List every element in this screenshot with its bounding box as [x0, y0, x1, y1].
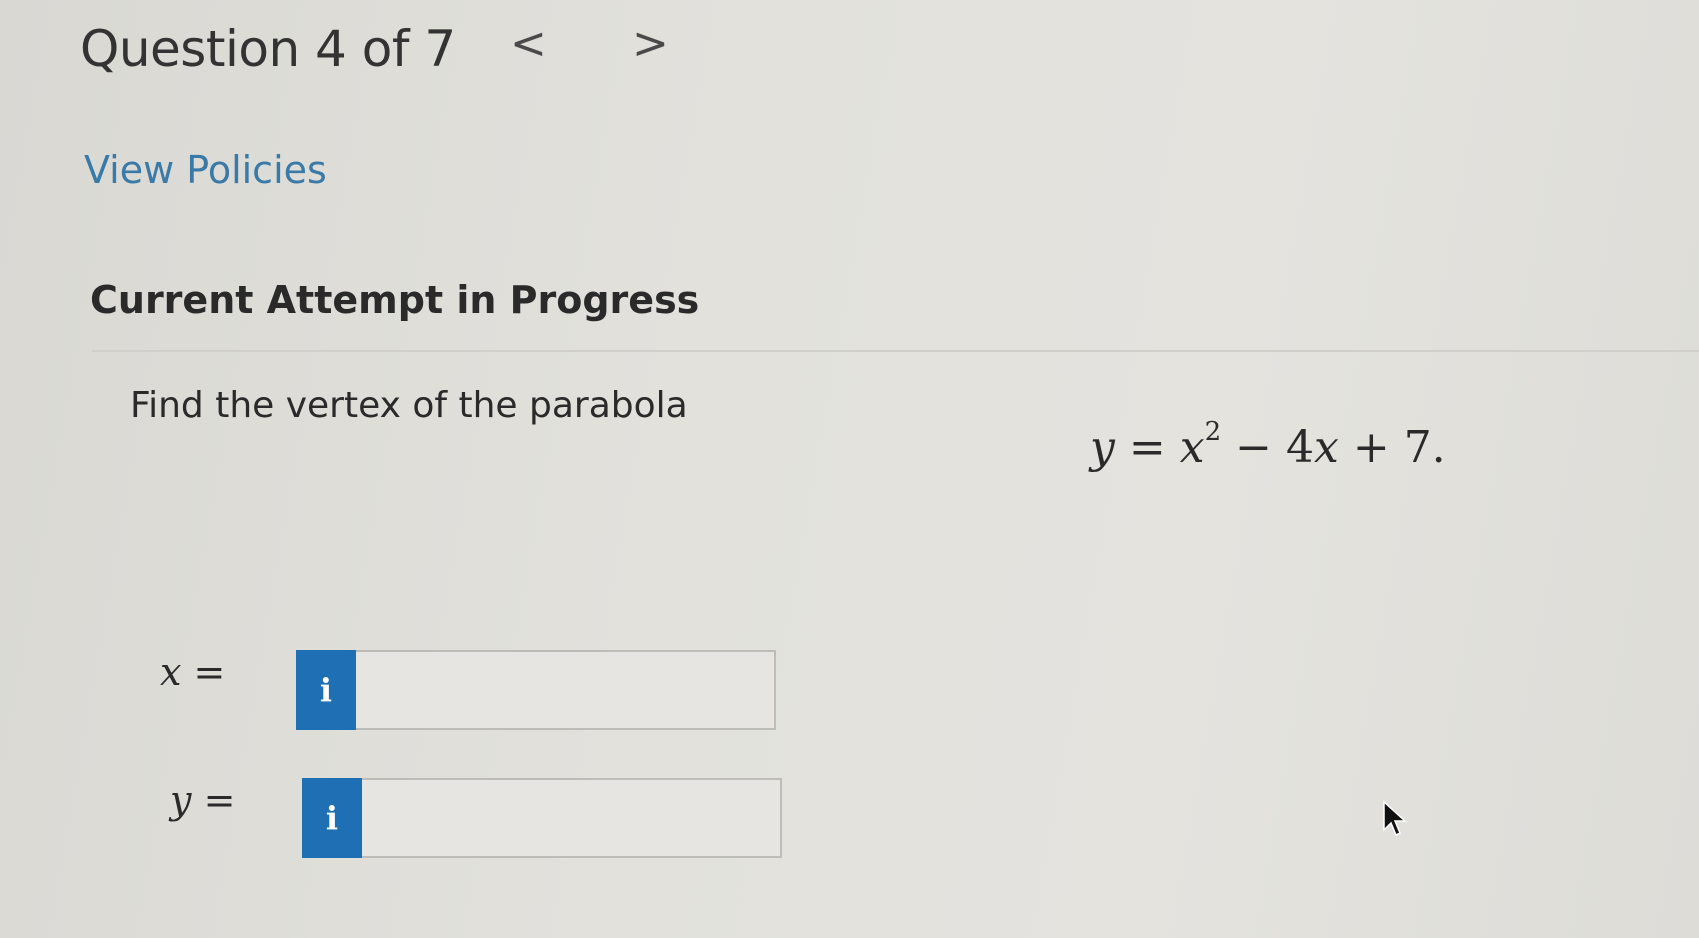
equation-term2-var: x — [1313, 422, 1339, 473]
answer-input-x[interactable] — [356, 650, 776, 730]
mouse-cursor-icon — [1383, 800, 1407, 837]
answer-input-y[interactable] — [362, 778, 782, 858]
previous-question-chevron-left-icon[interactable]: < — [510, 18, 547, 69]
answer-input-group-x: i — [296, 650, 776, 730]
answer-label-y: y = — [170, 778, 306, 822]
answer-equals-y: = — [203, 778, 236, 822]
equation-term2-coef: 4 — [1285, 422, 1314, 473]
equation-constant: 7. — [1403, 422, 1446, 473]
question-prompt: Find the vertex of the parabola — [130, 385, 688, 426]
info-icon[interactable]: i — [302, 778, 362, 858]
attempt-heading: Current Attempt in Progress — [90, 278, 700, 322]
equation-equals: = — [1128, 422, 1166, 473]
section-divider — [92, 350, 1699, 352]
answer-var-y: y — [170, 778, 192, 822]
next-question-chevron-right-icon[interactable]: > — [632, 18, 669, 69]
question-header: Question 4 of 7 — [80, 14, 456, 84]
equation-term1-var: x — [1179, 422, 1205, 473]
answer-equals-x: = — [193, 650, 226, 694]
view-policies-link[interactable]: View Policies — [84, 148, 327, 192]
question-title: Question 4 of 7 — [80, 20, 456, 78]
answer-row-y: y = — [170, 778, 306, 822]
answer-label-x: x = — [160, 650, 296, 694]
answer-var-x: x — [160, 650, 182, 694]
equation-exponent: 2 — [1204, 417, 1222, 448]
answer-input-group-y: i — [302, 778, 782, 858]
equation-lhs: y — [1090, 422, 1115, 473]
info-icon[interactable]: i — [296, 650, 356, 730]
parabola-equation: y = x2 − 4x + 7. — [1090, 417, 1446, 473]
answer-row-x: x = — [160, 650, 296, 694]
equation-plus: + — [1352, 422, 1390, 473]
equation-minus: − — [1235, 422, 1272, 473]
